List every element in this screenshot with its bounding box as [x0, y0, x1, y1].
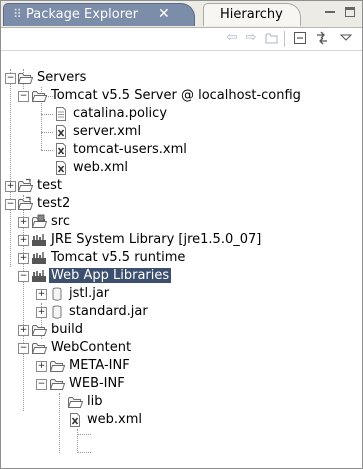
collapse-toggle-icon[interactable]: −	[5, 199, 16, 210]
collapse-toggle-icon[interactable]: −	[18, 271, 29, 282]
tree-guide	[77, 434, 91, 435]
tree-item-label: Tomcat v5.5 runtime	[51, 250, 186, 265]
tree-item-label: META-INF	[69, 358, 130, 373]
collapse-toggle-icon[interactable]: −	[5, 73, 16, 84]
tree-item-label: Tomcat v5.5 Server @ localhost-config	[51, 88, 301, 103]
tree-item-label: web.xml	[73, 160, 128, 175]
project-icon	[17, 178, 33, 194]
collapse-toggle-icon[interactable]: −	[18, 91, 29, 102]
xml-file-icon	[67, 412, 83, 428]
library-icon	[31, 232, 47, 248]
xml-file-icon	[53, 142, 69, 158]
tree-item-label: standard.jar	[69, 304, 148, 319]
tree-guide	[41, 132, 53, 133]
tree-item-label: test2	[37, 196, 71, 211]
tree-guide	[77, 429, 78, 453]
folder-icon	[31, 322, 47, 338]
tree-item-label: WebContent	[51, 340, 132, 355]
folder-icon	[49, 376, 65, 392]
maximize-icon[interactable]	[342, 4, 358, 22]
view-menu-icon[interactable]	[337, 30, 355, 48]
collapse-all-icon[interactable]	[291, 30, 309, 48]
forward-arrow-icon[interactable]: ⇨	[242, 30, 260, 48]
folder-icon	[31, 340, 47, 356]
expand-toggle-icon[interactable]: +	[36, 307, 47, 318]
expand-toggle-icon[interactable]: +	[36, 289, 47, 300]
tree-item-label: test	[37, 178, 62, 193]
tree-item-label: lib	[87, 394, 103, 409]
jar-icon	[49, 304, 65, 320]
library-icon	[31, 250, 47, 266]
expand-toggle-icon[interactable]: +	[18, 235, 29, 246]
tree-item-label: JRE System Library [jre1.5.0_07]	[51, 232, 262, 247]
view-tab-bar: ⠿ Package Explorer ✕ Hierarchy	[1, 1, 362, 28]
tree-item-label: tomcat-users.xml	[73, 142, 187, 157]
toolbar-separator	[284, 31, 285, 47]
close-icon[interactable]: ✕	[158, 6, 170, 22]
tree-item-label: WEB-INF	[69, 376, 125, 391]
view-toolbar: ⇦ ⇨	[1, 28, 362, 51]
server-folder-icon	[31, 88, 47, 104]
tree-item-label: build	[51, 322, 83, 337]
tree-item-label-selected: Web App Libraries	[49, 268, 172, 283]
collapse-toggle-icon[interactable]: −	[18, 343, 29, 354]
source-folder-icon	[31, 214, 47, 230]
xml-file-icon	[53, 160, 69, 176]
tab-hierarchy[interactable]: Hierarchy	[203, 3, 301, 26]
tree-item-label: jstl.jar	[69, 286, 110, 301]
tree-guide	[41, 150, 53, 151]
expand-toggle-icon[interactable]: +	[5, 181, 16, 192]
link-with-editor-icon[interactable]	[313, 30, 331, 48]
tree-item-label: Servers	[37, 70, 87, 85]
collapse-toggle-icon[interactable]: −	[36, 379, 47, 390]
drag-grip-icon[interactable]: ⠿	[13, 7, 22, 21]
expand-toggle-icon[interactable]: +	[18, 325, 29, 336]
tree-guide	[77, 452, 91, 453]
tree-item-label: server.xml	[73, 124, 142, 139]
text-file-icon	[53, 106, 69, 122]
back-arrow-icon[interactable]: ⇦	[223, 30, 241, 48]
tree-item-label: src	[51, 214, 70, 229]
expand-toggle-icon[interactable]: +	[18, 217, 29, 228]
expand-toggle-icon[interactable]: +	[18, 253, 29, 264]
expand-toggle-icon[interactable]: +	[36, 361, 47, 372]
xml-file-icon	[53, 124, 69, 140]
folder-icon	[67, 394, 83, 410]
minimize-icon[interactable]	[322, 4, 338, 22]
tab-package-explorer-label: Package Explorer	[26, 7, 139, 22]
tab-hierarchy-label: Hierarchy	[220, 7, 283, 22]
project-icon	[17, 196, 33, 212]
package-explorer-view: ⠿ Package Explorer ✕ Hierarchy ⇦ ⇨ − Ser…	[0, 0, 363, 469]
tree-item-label: catalina.policy	[73, 106, 168, 121]
up-folder-icon[interactable]	[263, 30, 281, 48]
project-tree: − Servers − Tomcat v5.5 Server @ localho…	[1, 51, 362, 467]
library-icon	[31, 268, 47, 284]
folder-icon	[49, 358, 65, 374]
tree-guide	[41, 114, 53, 115]
tree-guide	[10, 69, 11, 267]
jar-icon	[49, 286, 65, 302]
tree-item-label: web.xml	[87, 412, 142, 427]
tree-guide	[59, 393, 60, 453]
folder-icon	[17, 70, 33, 86]
tab-package-explorer[interactable]: ⠿ Package Explorer ✕	[3, 3, 195, 26]
